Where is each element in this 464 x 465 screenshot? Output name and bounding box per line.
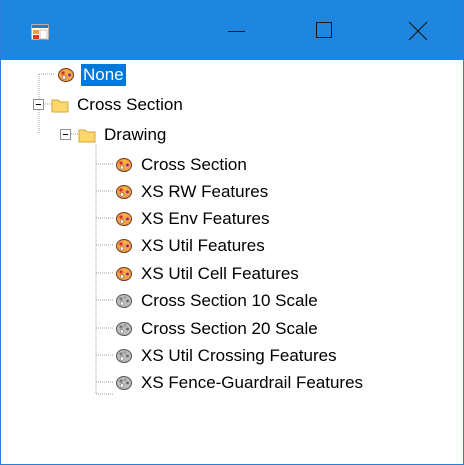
- tree-node-drawing-folder[interactable]: Drawing: [78, 123, 168, 147]
- tree-node-label: XS Env Features: [141, 209, 270, 228]
- palette-color-icon: [116, 239, 132, 253]
- tree-node-item[interactable]: Cross Section 20 Scale: [115, 317, 320, 341]
- maximize-button[interactable]: [293, 0, 355, 60]
- tree-node-label: None: [81, 64, 126, 86]
- title-bar[interactable]: [1, 0, 463, 60]
- tree-node-item[interactable]: XS Env Features: [115, 207, 272, 231]
- tree-view[interactable]: None Cross Section Drawing Cross Section: [1, 60, 463, 464]
- palette-color-icon: [116, 158, 132, 172]
- close-icon: [408, 21, 428, 41]
- tree-node-item[interactable]: XS Util Crossing Features: [115, 344, 339, 368]
- tree-node-label: Cross Section 10 Scale: [141, 291, 318, 310]
- tree-node-item[interactable]: XS RW Features: [115, 180, 270, 204]
- tree-node-label: Cross Section 20 Scale: [141, 319, 318, 338]
- collapse-toggle-cross-section[interactable]: [33, 99, 44, 110]
- minimize-icon: [228, 31, 245, 32]
- tree-node-label: Cross Section: [141, 155, 247, 174]
- palette-color-icon: [116, 212, 132, 226]
- maximize-icon: [316, 22, 332, 38]
- tree-node-label: Drawing: [104, 125, 167, 144]
- palette-gray-icon: [116, 349, 132, 363]
- tree-node-item[interactable]: Cross Section: [115, 153, 249, 177]
- palette-gray-icon: [116, 322, 132, 336]
- tree-node-label: Cross Section: [77, 95, 183, 114]
- palette-color-icon: [58, 68, 74, 82]
- folder-icon: [78, 129, 96, 143]
- tree-node-label: XS Util Cell Features: [141, 264, 299, 283]
- palette-gray-icon: [116, 376, 132, 390]
- tree-node-item[interactable]: XS Util Cell Features: [115, 262, 301, 286]
- palette-color-icon: [116, 267, 132, 281]
- collapse-toggle-drawing[interactable]: [60, 129, 71, 140]
- palette-color-icon: [116, 185, 132, 199]
- app-icon: [31, 24, 49, 40]
- tree-node-label: XS RW Features: [141, 182, 269, 201]
- palette-gray-icon: [116, 294, 132, 308]
- tree-node-item[interactable]: XS Util Features: [115, 234, 267, 258]
- tree-node-label: XS Util Crossing Features: [141, 346, 337, 365]
- tree-node-label: XS Fence-Guardrail Features: [141, 373, 364, 392]
- tree-node-none[interactable]: None: [57, 63, 126, 87]
- minimize-button[interactable]: [205, 0, 267, 60]
- tree-node-item[interactable]: XS Fence-Guardrail Features: [115, 371, 365, 395]
- app-window: None Cross Section Drawing Cross Section: [0, 0, 464, 465]
- close-button[interactable]: [387, 0, 449, 60]
- tree-node-cross-section-folder[interactable]: Cross Section: [51, 93, 185, 117]
- tree-node-label: XS Util Features: [141, 236, 265, 255]
- tree-node-item[interactable]: Cross Section 10 Scale: [115, 289, 320, 313]
- folder-icon: [51, 99, 69, 113]
